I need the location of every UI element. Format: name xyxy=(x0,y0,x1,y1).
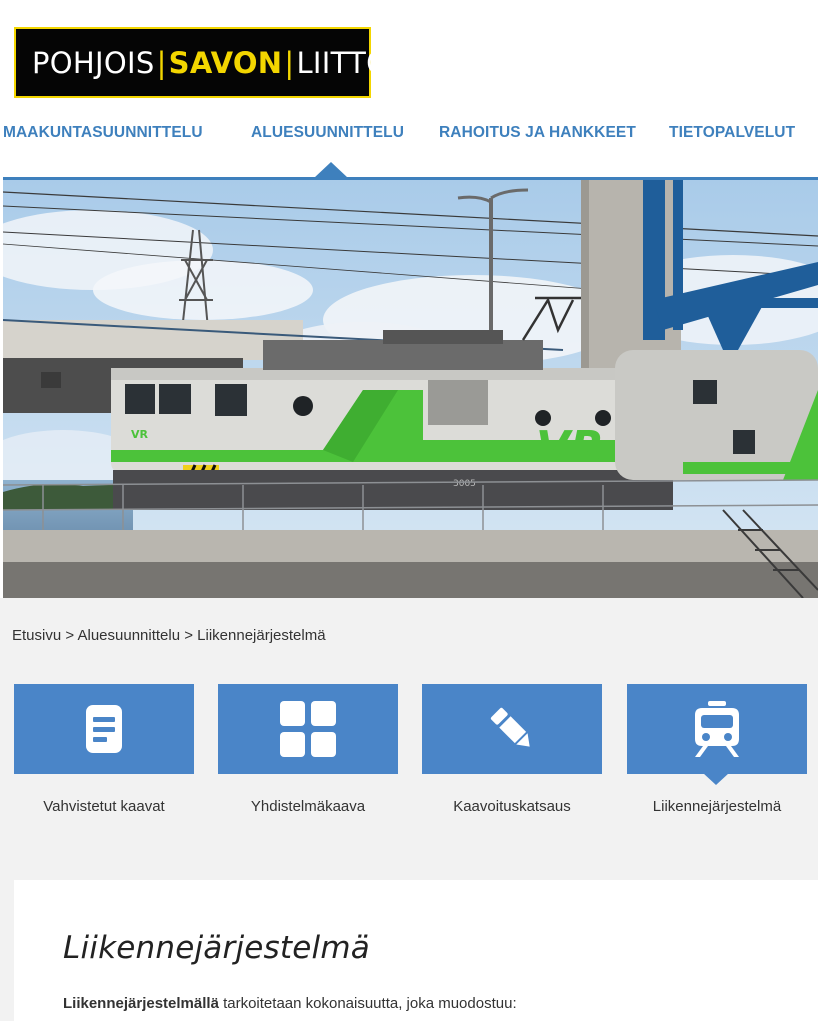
article-intro: Liikennejärjestelmällä tarkoitetaan koko… xyxy=(63,995,517,1012)
svg-text:VR: VR xyxy=(536,422,604,473)
site-logo[interactable]: POHJOIS | SAVON | LIITTO xyxy=(14,27,389,98)
logo-separator: | xyxy=(156,45,167,80)
tile-yhdistelmakaava[interactable] xyxy=(218,684,398,774)
nav-active-indicator xyxy=(314,162,348,178)
site-header: POHJOIS | SAVON | LIITTO MAAKUNTASUUNNITTELU… xyxy=(0,0,818,178)
main-navigation: MAAKUNTASUUNNITTELU ALUESUUNNITTELU RAHO… xyxy=(0,124,818,148)
logo-separator: | xyxy=(284,45,295,80)
svg-text:VR: VR xyxy=(131,428,149,441)
breadcrumb-item-aluesuunnittelu[interactable]: Aluesuunnittelu xyxy=(77,627,180,644)
hero-image: VR VR 3005 xyxy=(3,180,818,598)
tile-label-vahvistetut-kaavat[interactable]: Vahvistetut kaavat xyxy=(14,798,194,815)
grid-icon xyxy=(280,701,336,757)
breadcrumb-item-current: Liikennejärjestelmä xyxy=(197,627,326,644)
nav-item-maakuntasuunnittelu[interactable]: MAAKUNTASUUNNITTELU xyxy=(3,124,203,142)
pencil-icon xyxy=(490,707,530,747)
article-intro-bold: Liikennejärjestelmällä xyxy=(63,995,219,1012)
logo-text-liitto: LIITTO xyxy=(296,45,390,80)
train-icon xyxy=(695,701,739,757)
document-icon xyxy=(86,705,122,753)
logo-text-savon: SAVON xyxy=(168,45,283,80)
nav-item-aluesuunnittelu[interactable]: ALUESUUNNITTELU xyxy=(251,124,404,142)
article-panel: Liikennejärjestelmä Liikennejärjestelmäl… xyxy=(14,880,818,1021)
tile-label-liikennejarjestelma[interactable]: Liikennejärjestelmä xyxy=(627,798,807,815)
nav-item-tietopalvelut[interactable]: TIETOPALVELUT xyxy=(669,124,795,142)
tile-liikennejarjestelma[interactable] xyxy=(627,684,807,774)
tile-label-yhdistelmakaava[interactable]: Yhdistelmäkaava xyxy=(218,798,398,815)
tile-kaavoituskatsaus[interactable] xyxy=(422,684,602,774)
breadcrumb: Etusivu > Aluesuunnittelu > Liikennejärj… xyxy=(12,627,326,644)
svg-text:3005: 3005 xyxy=(453,479,476,489)
tile-vahvistetut-kaavat[interactable] xyxy=(14,684,194,774)
breadcrumb-separator: > xyxy=(180,627,198,644)
breadcrumb-separator: > xyxy=(61,627,78,644)
page-title: Liikennejärjestelmä xyxy=(63,930,370,966)
tile-active-indicator xyxy=(703,773,729,785)
breadcrumb-item-etusivu[interactable]: Etusivu xyxy=(12,627,61,644)
nav-item-rahoitus-ja-hankkeet[interactable]: RAHOITUS JA HANKKEET xyxy=(439,124,636,142)
tile-label-kaavoituskatsaus[interactable]: Kaavoituskatsaus xyxy=(422,798,602,815)
logo-text-pohjois: POHJOIS xyxy=(32,45,155,80)
article-intro-text: tarkoitetaan kokonaisuutta, joka muodost… xyxy=(218,995,517,1012)
